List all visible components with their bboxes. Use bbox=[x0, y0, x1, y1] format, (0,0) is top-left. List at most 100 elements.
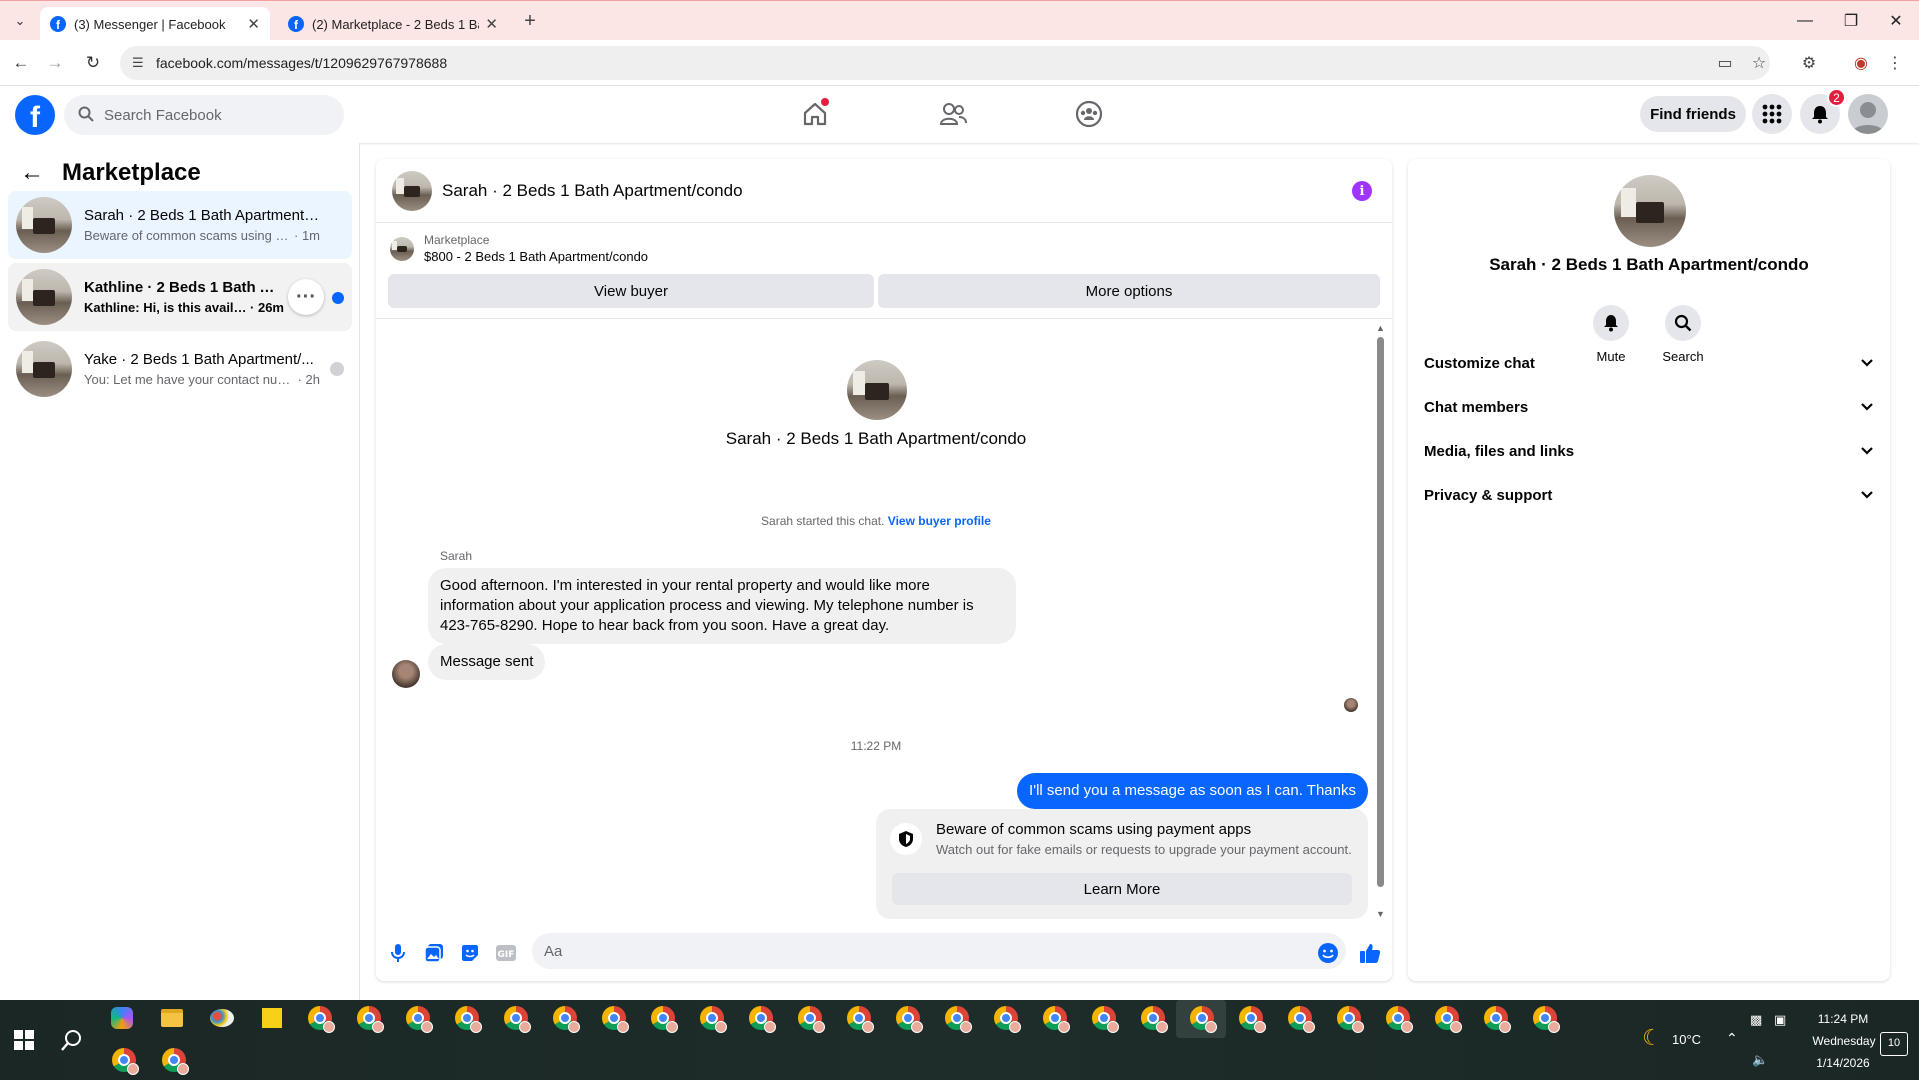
chrome-taskbar-icon[interactable] bbox=[1335, 1004, 1364, 1033]
paint-icon[interactable] bbox=[208, 1004, 236, 1032]
chrome-taskbar-icon[interactable] bbox=[1384, 1004, 1413, 1033]
chat-header-thumbnail[interactable] bbox=[392, 170, 432, 211]
gif-icon[interactable]: GIF bbox=[494, 941, 518, 965]
chrome-taskbar-icon[interactable] bbox=[845, 1004, 874, 1033]
facebook-search-input[interactable]: Search Facebook bbox=[64, 95, 344, 135]
sender-avatar[interactable] bbox=[392, 660, 420, 688]
find-friends-button[interactable]: Find friends bbox=[1640, 96, 1746, 132]
thumbs-up-icon[interactable] bbox=[1358, 941, 1382, 965]
learn-more-button[interactable]: Learn More bbox=[892, 873, 1352, 905]
account-avatar[interactable] bbox=[1848, 94, 1888, 134]
chrome-taskbar-icon[interactable] bbox=[1433, 1004, 1462, 1033]
new-tab-button[interactable]: + bbox=[518, 7, 542, 35]
customize-chat-section[interactable]: Customize chat bbox=[1424, 341, 1874, 385]
friends-nav-icon[interactable] bbox=[934, 96, 972, 132]
clock-day[interactable]: Wednesday bbox=[1796, 1034, 1892, 1048]
privacy-support-section[interactable]: Privacy & support bbox=[1424, 473, 1874, 517]
install-app-icon[interactable]: ▭ bbox=[1712, 50, 1738, 76]
listing-summary[interactable]: Marketplace $800 - 2 Beds 1 Bath Apartme… bbox=[390, 233, 648, 264]
minimize-button[interactable]: — bbox=[1782, 5, 1828, 37]
chrome-taskbar-icon[interactable] bbox=[502, 1004, 531, 1033]
conversation-item[interactable]: Sarah · 2 Beds 1 Bath Apartment/c... Bew… bbox=[8, 191, 352, 259]
back-arrow-icon[interactable]: ← bbox=[20, 159, 44, 187]
file-explorer-icon[interactable] bbox=[158, 1004, 186, 1032]
chrome-taskbar-icon[interactable] bbox=[992, 1004, 1021, 1033]
chrome-taskbar-icon[interactable] bbox=[1090, 1004, 1119, 1033]
chrome-taskbar-icon[interactable] bbox=[600, 1004, 629, 1033]
chrome-taskbar-icon[interactable] bbox=[1139, 1004, 1168, 1033]
volume-icon[interactable]: 🔈 bbox=[1752, 1052, 1768, 1068]
chrome-taskbar-icon[interactable] bbox=[453, 1004, 482, 1033]
chat-header-name[interactable]: Sarah · 2 Beds 1 Bath Apartment/condo bbox=[442, 181, 743, 201]
search-icon[interactable] bbox=[58, 1026, 86, 1054]
chrome-taskbar-icon[interactable] bbox=[404, 1004, 433, 1033]
menu-grid-button[interactable] bbox=[1752, 94, 1792, 134]
more-options-button[interactable]: More options bbox=[878, 274, 1380, 308]
sticker-icon[interactable] bbox=[458, 941, 482, 965]
chrome-taskbar-icon[interactable] bbox=[1188, 1004, 1217, 1033]
sticky-notes-icon[interactable] bbox=[258, 1004, 286, 1032]
restore-button[interactable]: ❐ bbox=[1828, 5, 1874, 37]
tray-chevron-icon[interactable]: ⌃ bbox=[1726, 1030, 1738, 1047]
facebook-logo-icon[interactable]: f bbox=[15, 95, 55, 135]
moon-weather-icon[interactable]: ☾ bbox=[1638, 1024, 1666, 1052]
chrome-taskbar-icon[interactable] bbox=[160, 1046, 189, 1075]
photo-icon[interactable] bbox=[422, 941, 446, 965]
view-buyer-profile-link[interactable]: View buyer profile bbox=[888, 514, 991, 528]
incoming-message-bubble[interactable]: Good afternoon. I'm interested in your r… bbox=[428, 568, 1016, 644]
close-window-button[interactable]: ✕ bbox=[1873, 5, 1919, 37]
info-icon[interactable]: i bbox=[1352, 181, 1372, 201]
chrome-taskbar-icon[interactable] bbox=[1482, 1004, 1511, 1033]
close-tab-icon[interactable]: ✕ bbox=[485, 15, 498, 33]
chrome-taskbar-icon[interactable] bbox=[1531, 1004, 1560, 1033]
chrome-taskbar-icon[interactable] bbox=[110, 1046, 139, 1075]
emoji-icon[interactable] bbox=[1316, 941, 1340, 965]
chrome-menu-icon[interactable]: ⋮ bbox=[1882, 50, 1908, 76]
chrome-taskbar-icon[interactable] bbox=[355, 1004, 384, 1033]
view-buyer-button[interactable]: View buyer bbox=[388, 274, 874, 308]
message-sent-bubble[interactable]: Message sent bbox=[428, 644, 546, 680]
chrome-taskbar-icon[interactable] bbox=[943, 1004, 972, 1033]
scroll-down-icon[interactable]: ▼ bbox=[1376, 909, 1385, 919]
site-info-icon[interactable]: ☰ bbox=[132, 55, 144, 71]
conversation-item[interactable]: Kathline · 2 Beds 1 Bath Apartm Kathline… bbox=[8, 263, 352, 331]
more-options-button[interactable]: ··· bbox=[288, 279, 324, 315]
weather-temp[interactable]: 10°C bbox=[1672, 1032, 1701, 1047]
chrome-taskbar-icon[interactable] bbox=[649, 1004, 678, 1033]
back-icon[interactable]: ← bbox=[8, 50, 34, 76]
groups-nav-icon[interactable] bbox=[1070, 96, 1108, 132]
notification-center-icon[interactable]: 10 bbox=[1880, 1032, 1908, 1056]
url-field[interactable]: ☰ facebook.com/messages/t/12096297679786… bbox=[120, 46, 1770, 80]
scroll-up-icon[interactable]: ▲ bbox=[1376, 323, 1385, 333]
chrome-taskbar-icon[interactable] bbox=[1237, 1004, 1266, 1033]
forward-icon[interactable]: → bbox=[42, 50, 68, 76]
clock-time[interactable]: 11:24 PM bbox=[1806, 1012, 1880, 1026]
home-nav-icon[interactable] bbox=[796, 96, 834, 132]
clock-date[interactable]: 1/14/2026 bbox=[1806, 1056, 1880, 1070]
network-icon[interactable]: ▣ bbox=[1774, 1012, 1786, 1028]
chrome-taskbar-icon[interactable] bbox=[747, 1004, 776, 1033]
microphone-icon[interactable] bbox=[386, 941, 410, 965]
conversation-item[interactable]: Yake · 2 Beds 1 Bath Apartment/... You: … bbox=[8, 335, 352, 403]
scroll-thumb[interactable] bbox=[1377, 337, 1384, 887]
start-windows-icon[interactable] bbox=[10, 1026, 38, 1054]
chrome-taskbar-icon[interactable] bbox=[796, 1004, 825, 1033]
chrome-taskbar-icon[interactable] bbox=[698, 1004, 727, 1033]
extensions-icon[interactable]: ⚙ bbox=[1796, 50, 1822, 76]
chrome-taskbar-icon[interactable] bbox=[306, 1004, 335, 1033]
outgoing-message-bubble[interactable]: I'll send you a message as soon as I can… bbox=[1017, 773, 1368, 809]
media-files-links-section[interactable]: Media, files and links bbox=[1424, 429, 1874, 473]
reload-icon[interactable]: ↻ bbox=[80, 50, 106, 76]
chat-scrollbar[interactable]: ▲ ▼ bbox=[1374, 323, 1386, 919]
tab-search-chevron-icon[interactable]: ⌄ bbox=[8, 9, 32, 33]
chrome-taskbar-icon[interactable] bbox=[1041, 1004, 1070, 1033]
message-input[interactable]: Aa bbox=[532, 933, 1346, 969]
chrome-taskbar-icon[interactable] bbox=[894, 1004, 923, 1033]
copilot-icon[interactable] bbox=[108, 1004, 136, 1032]
profile-icon[interactable]: ◉ bbox=[1848, 50, 1874, 76]
browser-tab-messenger[interactable]: f (3) Messenger | Facebook ✕ bbox=[40, 7, 270, 41]
bookmark-star-icon[interactable]: ☆ bbox=[1746, 50, 1772, 76]
meet-now-icon[interactable]: ▩ bbox=[1750, 1012, 1762, 1028]
notifications-button[interactable]: 2 bbox=[1800, 88, 1846, 134]
chrome-taskbar-icon[interactable] bbox=[551, 1004, 580, 1033]
